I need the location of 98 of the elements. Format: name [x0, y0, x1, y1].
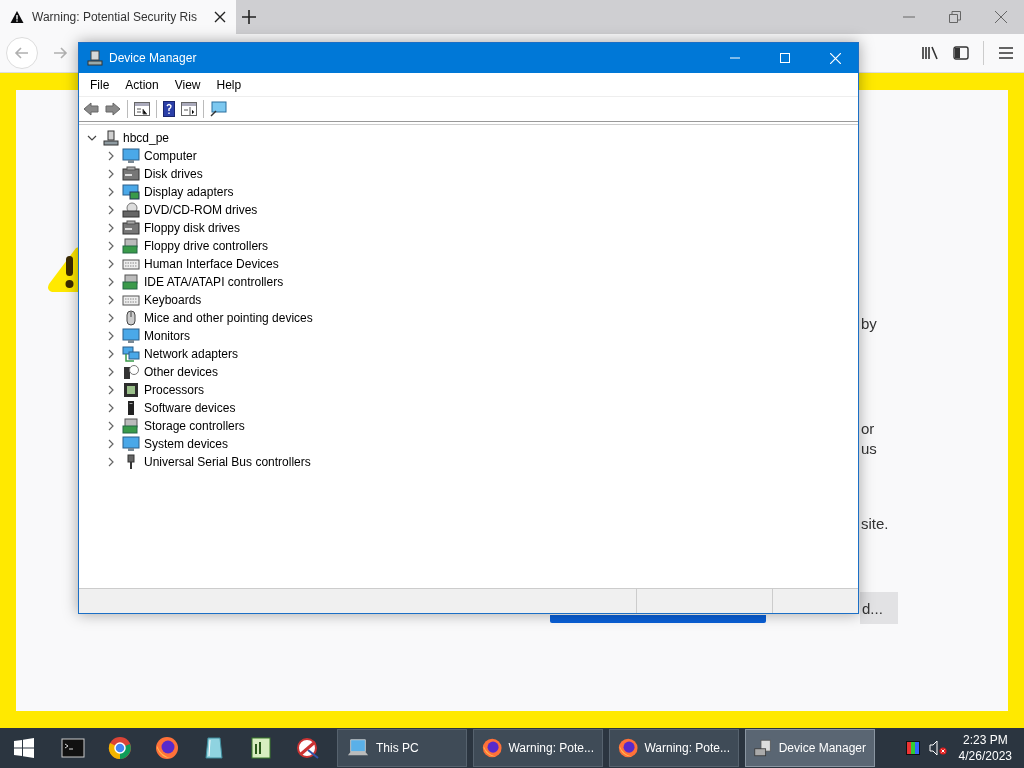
warning-icon [10, 10, 24, 24]
monitor-icon [122, 436, 140, 452]
circuit-board-icon [122, 274, 140, 290]
tree-item[interactable]: Human Interface Devices [144, 257, 279, 271]
expand-icon[interactable] [106, 457, 116, 467]
properties-icon[interactable] [134, 102, 150, 116]
expand-icon[interactable] [106, 367, 116, 377]
notepad-icon[interactable] [248, 736, 273, 760]
tree-item[interactable]: Other devices [144, 365, 219, 379]
expand-icon[interactable] [106, 187, 116, 197]
expand-icon[interactable] [106, 331, 116, 341]
clock-date[interactable]: 4/26/2023 [958, 748, 1012, 764]
expand-icon[interactable] [106, 223, 116, 233]
menu-item[interactable]: View [166, 77, 209, 92]
monitor-icon [122, 148, 140, 164]
forward-icon[interactable] [105, 102, 121, 116]
maximize-icon[interactable] [780, 53, 790, 63]
expand-icon[interactable] [106, 421, 116, 431]
chip-icon [122, 382, 140, 398]
back-icon [14, 45, 30, 61]
help-icon[interactable] [163, 101, 175, 117]
computer-icon [754, 737, 773, 759]
tree-item[interactable]: Floppy drive controllers [144, 239, 269, 253]
new-tab-icon[interactable] [242, 10, 256, 24]
taskbar-button[interactable]: Device Manager [745, 729, 875, 767]
tree-item[interactable]: Software devices [144, 401, 236, 415]
terminal-icon[interactable] [60, 736, 85, 760]
advanced-button[interactable]: d... [860, 592, 898, 624]
sidebar-icon[interactable] [953, 46, 969, 60]
keyboard-icon [122, 292, 140, 308]
menu-item[interactable]: Help [208, 77, 250, 92]
tree-item[interactable]: hbcd_pe [123, 131, 170, 145]
fox-icon [482, 737, 503, 759]
tree-item[interactable]: DVD/CD-ROM drives [144, 203, 258, 217]
collapse-icon[interactable] [87, 133, 97, 143]
display-adapter-icon [122, 184, 140, 200]
expand-icon[interactable] [106, 295, 116, 305]
computer-icon [103, 130, 119, 146]
network-icon [122, 346, 140, 362]
expand-icon[interactable] [106, 439, 116, 449]
drive-icon [122, 166, 140, 182]
muted-speaker-icon[interactable] [928, 740, 947, 756]
taskbar-button[interactable]: Warning: Pote... [473, 729, 603, 767]
expand-icon[interactable] [106, 259, 116, 269]
window-title: Device Manager [109, 51, 197, 65]
circuit-board-icon [122, 418, 140, 434]
tree-item[interactable]: Monitors [144, 329, 190, 343]
back-icon[interactable] [83, 102, 99, 116]
browser-tab[interactable]: Warning: Potential Security Ris [0, 0, 236, 34]
unknown-device-icon [122, 364, 140, 380]
tree-item[interactable]: Processors [144, 383, 205, 397]
tree-item[interactable]: Network adapters [144, 347, 239, 361]
panel-icon[interactable] [181, 102, 197, 116]
tree-item[interactable]: Disk drives [144, 167, 203, 181]
color-icon[interactable] [904, 740, 921, 756]
disc-drive-icon [122, 202, 140, 218]
computer-icon [87, 50, 103, 66]
drive-icon [122, 220, 140, 236]
page-text: by [861, 314, 878, 334]
expand-icon[interactable] [106, 385, 116, 395]
start-icon[interactable] [14, 738, 34, 758]
tree-item[interactable]: Display adapters [144, 185, 234, 199]
page-text: or [861, 419, 876, 439]
monitor-icon [122, 328, 140, 344]
expand-icon[interactable] [106, 241, 116, 251]
tree-item[interactable]: System devices [144, 437, 229, 451]
tree-item[interactable]: Floppy disk drives [144, 221, 241, 235]
keyboard-icon [122, 256, 140, 272]
tree-item[interactable]: IDE ATA/ATAPI controllers [144, 275, 284, 289]
menu-icon[interactable] [998, 46, 1014, 60]
tree-item[interactable]: Mice and other pointing devices [144, 311, 313, 325]
scan-monitor-icon[interactable] [210, 101, 228, 117]
expand-icon[interactable] [106, 277, 116, 287]
expand-icon[interactable] [106, 403, 116, 413]
taskbar-button[interactable]: This PC [337, 729, 467, 767]
tool-icon[interactable] [295, 736, 320, 760]
fox-icon [618, 737, 639, 759]
expand-icon[interactable] [106, 313, 116, 323]
tree-item[interactable]: Computer [144, 149, 197, 163]
tree-item[interactable]: Universal Serial Bus controllers [144, 455, 311, 469]
clock-time[interactable]: 2:23 PM [962, 732, 1008, 748]
expand-icon[interactable] [106, 151, 116, 161]
menu-item[interactable]: Action [117, 77, 167, 92]
circuit-board-icon [122, 238, 140, 254]
fox-icon[interactable] [154, 736, 179, 760]
globe-icon[interactable] [107, 736, 132, 760]
expand-icon[interactable] [106, 169, 116, 179]
expand-icon[interactable] [106, 205, 116, 215]
taskbar-button[interactable]: Warning: Pote... [609, 729, 739, 767]
page-text: site. [861, 514, 889, 534]
page-text: us [861, 439, 878, 459]
menu-item[interactable]: File [82, 77, 118, 92]
restore-icon[interactable] [949, 11, 961, 23]
expand-icon[interactable] [106, 349, 116, 359]
tree-item[interactable]: Storage controllers [144, 419, 245, 433]
tree-item[interactable]: Keyboards [144, 293, 202, 307]
library-icon[interactable] [921, 45, 939, 61]
close-icon[interactable] [214, 11, 226, 23]
